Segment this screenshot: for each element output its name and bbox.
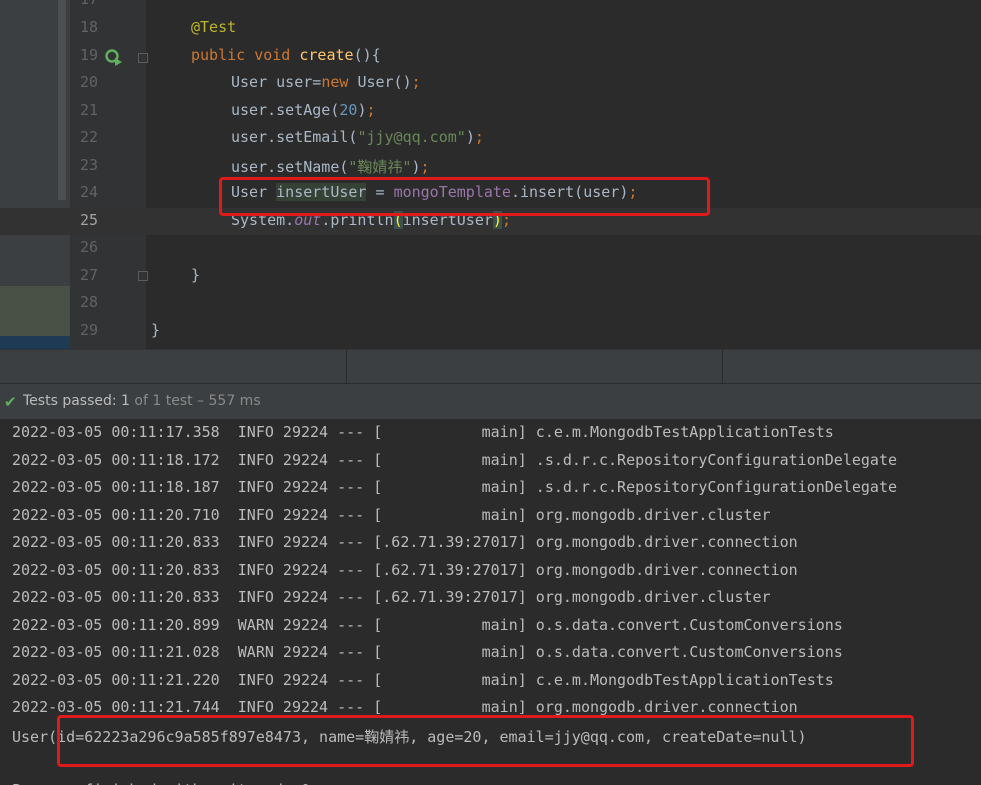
fold-toggle-icon[interactable] [138, 53, 148, 63]
line-number: 28 [79, 293, 98, 311]
console-line: 2022-03-05 00:11:20.710 INFO 29224 --- [… [12, 505, 771, 524]
console-line: 2022-03-05 00:11:20.833 INFO 29224 --- [… [12, 533, 798, 551]
code-line[interactable]: 17 [0, 0, 981, 14]
code-editor[interactable]: 17 18 @Test 19 public void create(){ 20 … [0, 0, 981, 349]
code-line[interactable]: 26 [0, 235, 981, 262]
test-status-bar: ✔ Tests passed: 1 of 1 test – 557 ms [0, 383, 981, 419]
code-text: user.setAge(20); [231, 101, 376, 119]
code-line[interactable]: 29 } [0, 318, 981, 345]
line-number: 22 [79, 128, 98, 146]
console-line: 2022-03-05 00:11:20.833 INFO 29224 --- [… [12, 560, 798, 579]
highlight-box-output [57, 715, 914, 767]
code-line[interactable]: 21 user.setAge(20); [0, 98, 981, 125]
code-text: } [151, 321, 161, 339]
console-line: 2022-03-05 00:11:21.220 INFO 29224 --- [… [12, 670, 834, 689]
line-number: 26 [79, 238, 98, 256]
check-icon: ✔ [4, 393, 17, 411]
console-line: 2022-03-05 00:11:21.028 WARN 29224 --- [… [12, 643, 843, 661]
code-text: @Test [191, 18, 237, 36]
panel-divider[interactable] [0, 349, 981, 384]
code-line[interactable]: 22 user.setEmail("jjy@qq.com"); [0, 125, 981, 152]
code-line[interactable]: 23 user.setName("鞠婧祎"); [0, 153, 981, 180]
line-number: 29 [79, 321, 98, 339]
code-line[interactable]: 28 [0, 290, 981, 317]
line-number: 23 [79, 156, 98, 174]
code-line[interactable]: 18 @Test [0, 15, 981, 42]
console-line: Process finished with exit code 0 [12, 781, 310, 785]
highlight-box-insert [219, 177, 710, 216]
code-text: } [191, 266, 201, 284]
line-number: 18 [79, 18, 98, 36]
line-number: 27 [79, 266, 98, 284]
line-number: 25 [79, 211, 98, 229]
console-line: 2022-03-05 00:11:21.744 INFO 29224 --- [… [12, 698, 798, 716]
run-test-icon[interactable] [104, 48, 124, 68]
code-text: public void create(){ [191, 46, 381, 64]
line-number: 24 [79, 183, 98, 201]
code-text: user.setEmail("jjy@qq.com"); [231, 128, 484, 146]
fold-toggle-icon[interactable] [138, 271, 148, 281]
console-line: 2022-03-05 00:11:20.833 INFO 29224 --- [… [12, 588, 771, 606]
console-line: 2022-03-05 00:11:18.172 INFO 29224 --- [… [12, 450, 898, 469]
console-line: 2022-03-05 00:11:18.187 INFO 29224 --- [… [12, 478, 898, 496]
line-number: 21 [79, 101, 98, 119]
line-number: 17 [70, 0, 98, 8]
console-line: 2022-03-05 00:11:17.358 INFO 29224 --- [… [12, 423, 834, 441]
test-status-text: Tests passed: 1 of 1 test – 557 ms [23, 393, 261, 409]
line-number: 19 [79, 46, 98, 64]
console-line: 2022-03-05 00:11:20.899 WARN 29224 --- [… [12, 615, 843, 634]
line-number: 20 [79, 73, 98, 91]
code-text: User user=new User(); [231, 73, 421, 91]
code-line[interactable]: 20 User user=new User(); [0, 70, 981, 97]
code-text: user.setName("鞠婧祎"); [231, 158, 430, 176]
